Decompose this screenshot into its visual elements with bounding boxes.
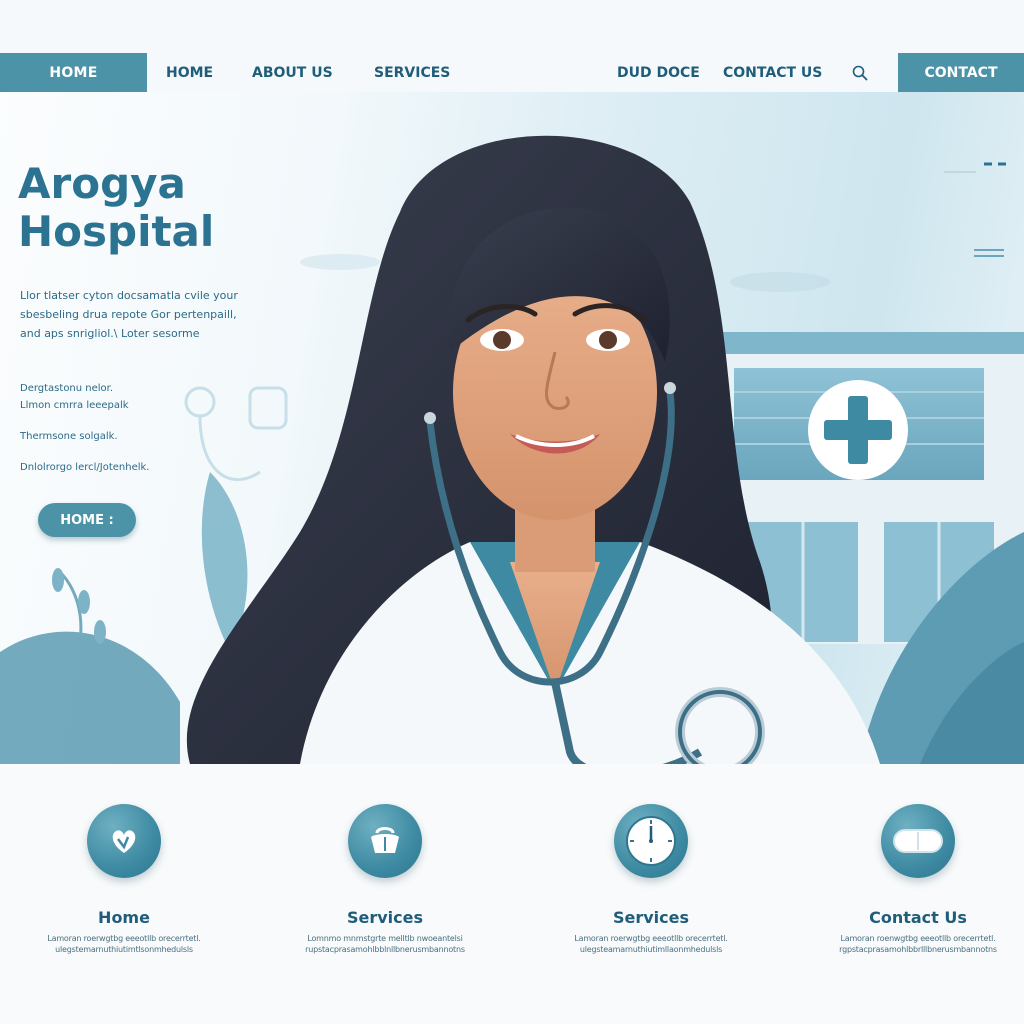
- hero-bullet: Thermsone solgalk.: [20, 431, 118, 442]
- feature-description: Lomnmo mnmstgrte melltlb nwoeantelsi rup…: [270, 933, 500, 955]
- hero-description-line: and aps snrigliol.\ Loter sesorme: [20, 327, 200, 340]
- decorative-lines: [944, 162, 1006, 257]
- feature-description: Lamoran roenwgtbg eeeotllb orecerrtetl. …: [803, 933, 1024, 955]
- nav-link-services[interactable]: SERVICES: [374, 53, 450, 92]
- feature-text-line: rgpstacprasamohlbbrlllbnerusmbannotns: [839, 945, 997, 954]
- feature-card-services[interactable]: Services Lomnmo mnmstgrte melltlb nwoean…: [265, 804, 505, 955]
- hero-title-line-1: Arogya: [18, 159, 186, 208]
- contact-button[interactable]: CONTACT: [898, 53, 1024, 92]
- feature-card-services-2[interactable]: Services Lamoran roerwgtbg eeeotllb orec…: [531, 804, 771, 955]
- feature-card-contact-us[interactable]: Contact Us Lamoran roenwgtbg eeeotllb or…: [798, 804, 1024, 955]
- hero-description-line: sbesbeling drua repote Gor pertenpaill,: [20, 308, 237, 321]
- heart-hands-icon: [87, 804, 161, 878]
- feature-text-line: Lamoran roerwgtbg eeeotllb orecerrtetl.: [574, 934, 728, 943]
- hero-title-line-2: Hospital: [18, 207, 215, 256]
- features-section: Home Lamoran roerwgtbg eeeotllb orecerrt…: [0, 764, 1024, 1024]
- clock-icon: [614, 804, 688, 878]
- feature-text-line: Lomnmo mnmstgrte melltlb nwoeantelsi: [307, 934, 463, 943]
- feature-title: Services: [612, 908, 690, 927]
- feature-text-line: Lamoran roerwgtbg eeeotllb orecerrtetl.: [47, 934, 201, 943]
- cloud: [300, 254, 380, 270]
- feature-description: Lamoran roerwgtbg eeeotllb orecerrtetl. …: [9, 933, 239, 955]
- hero-bullet: Dergtastonu nelor.: [20, 383, 114, 394]
- feature-description: Lamoran roerwgtbg eeeotllb orecerrtetl. …: [536, 933, 766, 955]
- cloud: [730, 272, 830, 292]
- hero-home-button[interactable]: HOME :: [38, 503, 136, 537]
- nav-home-tab[interactable]: HOME: [0, 53, 147, 92]
- hero-description-line: Llor tlatser cyton docsamatla cvile your: [20, 289, 238, 302]
- search-icon[interactable]: [852, 65, 868, 81]
- hero-bullet-list: Dergtastonu nelor. Llmon cmrra leeepalk …: [20, 380, 220, 476]
- hero-title: Arogya Hospital: [18, 160, 278, 256]
- feature-text-line: ulegstemarnuthiutimtlsonmhedulsls: [55, 945, 193, 954]
- doctor-bag-icon: [348, 804, 422, 878]
- feature-title: Contact Us: [869, 908, 967, 927]
- feature-text-line: rupstacprasamohlbblnllbnerusmbannotns: [305, 945, 465, 954]
- feature-title: Home: [98, 908, 150, 927]
- top-navigation: HOME HOME ABOUT US SERVICES DUD DOCE CON…: [0, 53, 1024, 92]
- feature-card-home[interactable]: Home Lamoran roerwgtbg eeeotllb orecerrt…: [4, 804, 244, 955]
- feature-text-line: Lamoran roenwgtbg eeeotllb orecerrtetl.: [840, 934, 996, 943]
- feature-title: Services: [346, 908, 424, 927]
- nav-link-dud-doce[interactable]: DUD DOCE: [617, 53, 700, 92]
- feature-text-line: ulegsteamarnuthiutimllaonmhedulsls: [579, 945, 723, 954]
- medical-cross-icon: [808, 380, 908, 480]
- hero-bullet: Dnlolrorgo lercl/Jotenhelk.: [20, 462, 150, 473]
- pill-icon: [881, 804, 955, 878]
- nav-link-home[interactable]: HOME: [166, 53, 213, 92]
- hero-description: Llor tlatser cyton docsamatla cvile your…: [20, 286, 280, 343]
- nav-link-contact-us[interactable]: CONTACT US: [723, 53, 822, 92]
- hero-section: Arogya Hospital Llor tlatser cyton docsa…: [0, 92, 1024, 764]
- nav-link-about-us[interactable]: ABOUT US: [252, 53, 333, 92]
- hero-bullet: Llmon cmrra leeepalk: [20, 400, 129, 411]
